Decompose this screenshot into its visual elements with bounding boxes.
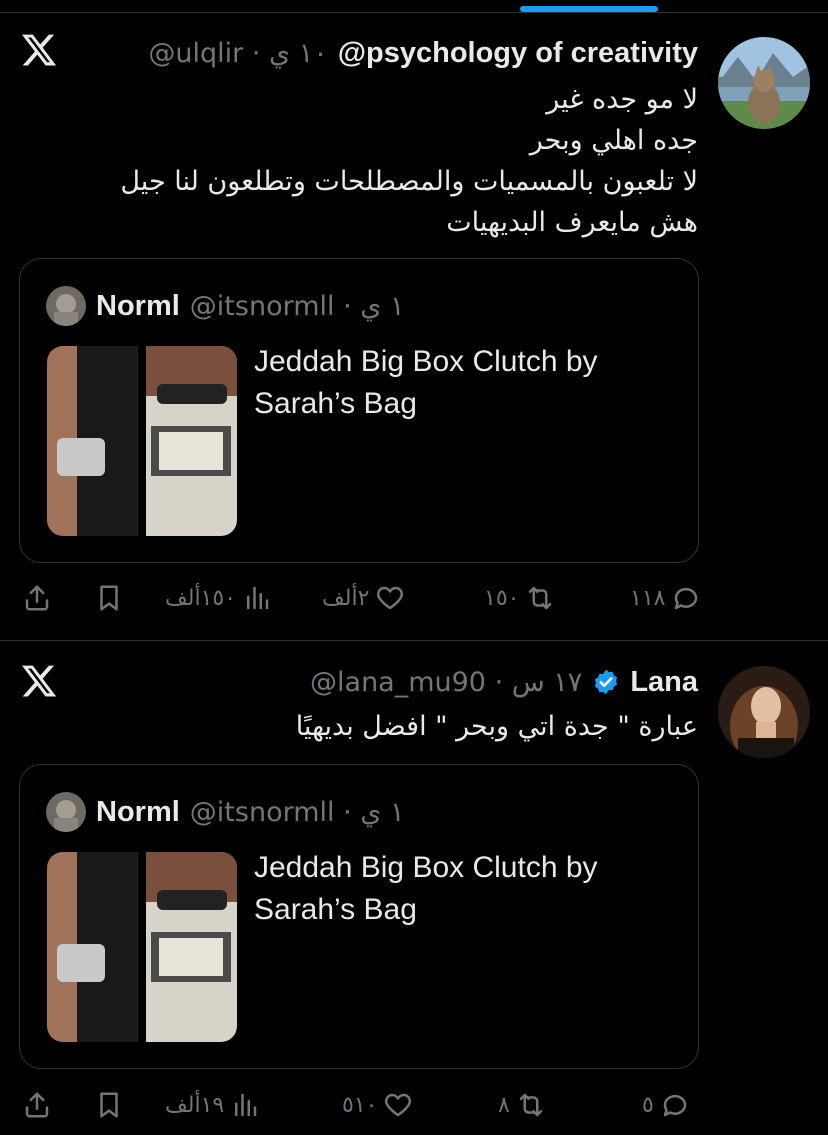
- quote-tweet-card[interactable]: Norml @itsnormll · ١ ي Jeddah Big Box Cl…: [19, 764, 699, 1069]
- verified-badge-icon: [595, 669, 618, 695]
- views-count: ١٥٠ألف: [165, 585, 237, 611]
- quote-header: Norml @itsnormll · ١ ي: [46, 285, 405, 327]
- like-button[interactable]: ٥١٠: [342, 1085, 413, 1125]
- retweet-count: ٨: [498, 1092, 510, 1118]
- views-button[interactable]: ١٥٠ألف: [165, 578, 272, 618]
- reply-button[interactable]: ٥: [642, 1085, 690, 1125]
- heart-icon: [377, 586, 404, 610]
- views-count: ١٩ألف: [165, 1092, 225, 1118]
- reply-icon: [663, 1094, 687, 1117]
- avatar[interactable]: [718, 666, 810, 758]
- tweet[interactable]: Lana @lana_mu90 · ١٧ س عبارة " جدة اتي و…: [0, 642, 828, 1135]
- retweet-count: ١٥٠: [484, 585, 520, 611]
- tweet-text-line: هش مايعرف البديهيات: [446, 207, 698, 238]
- reply-button[interactable]: ١١٨: [630, 578, 701, 618]
- display-name[interactable]: Lana: [630, 666, 698, 699]
- tweet-actions-bar: ١٥٠ألف ٢ألف ١٥٠ ١١٨: [0, 578, 828, 618]
- retweet-button[interactable]: ١٥٠: [484, 578, 555, 618]
- quote-media-thumbnail[interactable]: [47, 852, 237, 1042]
- quote-header: Norml @itsnormll · ١ ي: [46, 791, 405, 833]
- share-button[interactable]: [22, 578, 52, 618]
- x-logo-icon[interactable]: [20, 662, 58, 700]
- bookmark-button[interactable]: [94, 1085, 124, 1125]
- quote-avatar: [46, 792, 86, 832]
- quote-handle-and-time: @itsnormll · ١ ي: [189, 796, 405, 828]
- handle-and-time[interactable]: @ulqlir · ١٠ ي: [148, 38, 327, 69]
- retweet-icon: [519, 1093, 543, 1117]
- tweet-text-line: لا مو جده غير: [546, 84, 698, 115]
- x-logo-icon[interactable]: [20, 31, 58, 69]
- heart-icon: [385, 1093, 412, 1117]
- bookmark-icon: [100, 1092, 118, 1118]
- handle-and-time[interactable]: @lana_mu90 · ١٧ س: [310, 667, 582, 698]
- quote-handle-and-time: @itsnormll · ١ ي: [189, 290, 405, 322]
- share-button[interactable]: [22, 1085, 52, 1125]
- tweet-text: عبارة " جدة اتي وبحر " افضل بديهيًا: [296, 706, 698, 747]
- tweet-header: @psychology of creativity @ulqlir · ١٠ ي: [148, 33, 698, 73]
- display-name[interactable]: @psychology of creativity: [338, 37, 698, 70]
- quote-avatar: [46, 286, 86, 326]
- tweet-text-line: عبارة " جدة اتي وبحر " افضل بديهيًا: [295, 711, 698, 742]
- like-count: ٢ألف: [322, 585, 370, 611]
- quote-link-title[interactable]: Jeddah Big Box Clutch by Sarah’s Bag: [254, 341, 674, 425]
- tweet[interactable]: @psychology of creativity @ulqlir · ١٠ ي…: [0, 13, 828, 641]
- reply-icon: [675, 587, 698, 610]
- avatar[interactable]: [718, 37, 810, 129]
- retweet-icon: [529, 586, 552, 610]
- like-button[interactable]: ٢ألف: [322, 578, 405, 618]
- tweet-text: لا مو جده غير جده اهلي وبحر لا تلعبون با…: [120, 79, 698, 243]
- tweet-actions-bar: ١٩ألف ٥١٠ ٨ ٥: [0, 1085, 828, 1125]
- bookmark-icon: [100, 585, 118, 611]
- like-count: ٥١٠: [342, 1092, 378, 1118]
- share-icon: [25, 1092, 49, 1118]
- share-icon: [25, 585, 49, 611]
- views-icon: [235, 1093, 257, 1117]
- quote-display-name: Norml: [96, 289, 180, 322]
- reply-count: ١١٨: [630, 585, 666, 611]
- quote-link-title[interactable]: Jeddah Big Box Clutch by Sarah’s Bag: [254, 847, 674, 931]
- reply-count: ٥: [642, 1092, 654, 1118]
- tweet-text-line: لا تلعبون بالمسميات والمصطلحات وتطلعون ل…: [120, 166, 698, 197]
- tweet-text-line: جده اهلي وبحر: [529, 125, 698, 156]
- retweet-button[interactable]: ٨: [498, 1085, 546, 1125]
- bookmark-button[interactable]: [94, 578, 124, 618]
- tweet-header: Lana @lana_mu90 · ١٧ س: [310, 662, 698, 702]
- quote-tweet-card[interactable]: Norml @itsnormll · ١ ي Jeddah Big Box Cl…: [19, 258, 699, 563]
- views-icon: [247, 586, 269, 610]
- quote-display-name: Norml: [96, 795, 180, 828]
- views-button[interactable]: ١٩ألف: [165, 1085, 260, 1125]
- quote-media-thumbnail[interactable]: [47, 346, 237, 536]
